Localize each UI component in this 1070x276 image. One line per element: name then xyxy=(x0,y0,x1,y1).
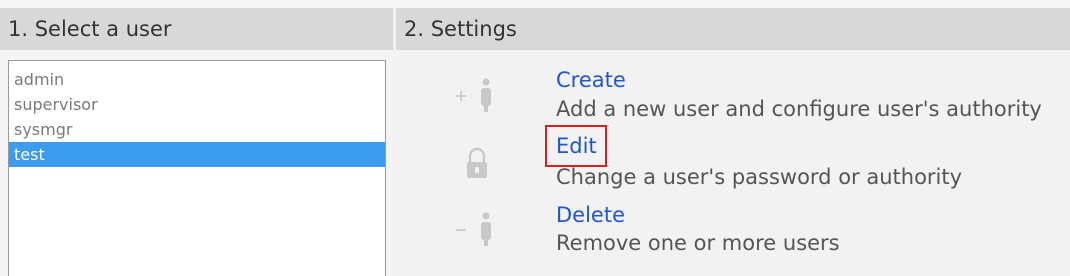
select-user-header: 1. Select a user xyxy=(0,8,393,50)
user-item-supervisor[interactable]: supervisor xyxy=(9,92,385,117)
user-item-sysmgr[interactable]: sysmgr xyxy=(9,117,385,142)
settings-header: 2. Settings xyxy=(396,8,1070,50)
user-item-test[interactable]: test xyxy=(9,142,385,167)
user-item-admin[interactable]: admin xyxy=(9,67,385,92)
lock-icon xyxy=(450,142,502,186)
edit-link[interactable]: Edit xyxy=(556,133,597,159)
create-link[interactable]: Create xyxy=(556,67,626,93)
add-user-icon xyxy=(450,72,502,116)
edit-description: Change a user's password or authority xyxy=(556,165,963,189)
delete-link[interactable]: Delete xyxy=(556,202,625,228)
delete-description: Remove one or more users xyxy=(556,231,840,255)
top-strip xyxy=(0,0,1070,8)
remove-user-icon xyxy=(450,206,502,250)
create-description: Add a new user and configure user's auth… xyxy=(556,97,1042,121)
user-listbox[interactable]: admin supervisor sysmgr test xyxy=(8,60,386,276)
